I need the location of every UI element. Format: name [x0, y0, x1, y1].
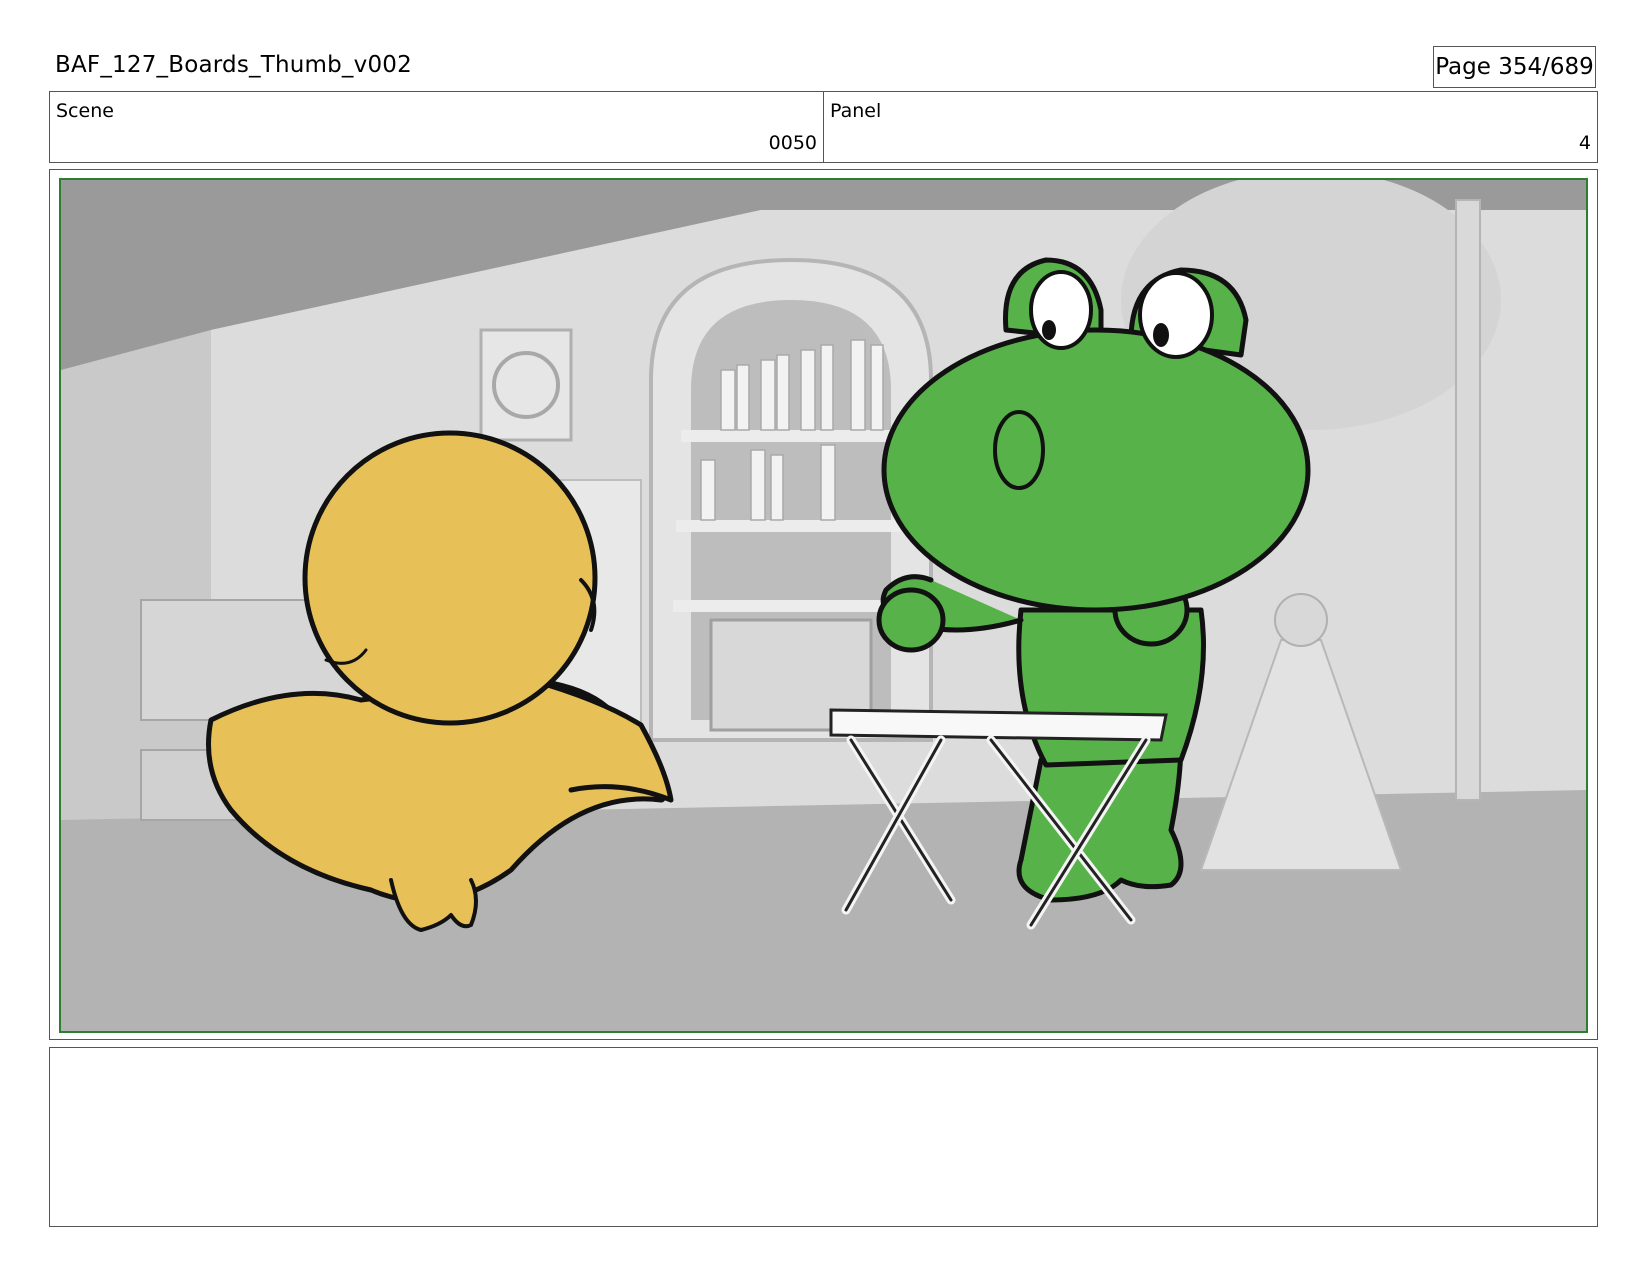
frog-head	[881, 327, 1311, 613]
page-counter: Page 354/689	[1433, 46, 1596, 88]
stand-knob	[1274, 593, 1328, 647]
panel-label: Panel	[830, 100, 882, 122]
scene-cell: Scene 0050	[50, 92, 823, 162]
action-notes-box	[49, 1047, 1598, 1227]
frog-eye-left	[1029, 270, 1093, 350]
storyboard-panel-image	[59, 178, 1588, 1033]
scene-number: 0050	[768, 132, 817, 154]
shelf-3	[673, 600, 908, 612]
panel-drawing	[61, 180, 1586, 1031]
panel-number: 4	[1578, 132, 1591, 154]
frog-fist-left	[876, 587, 946, 653]
table-top	[829, 708, 1168, 742]
frog-pupil-left	[1042, 320, 1056, 340]
shelf-2	[676, 520, 906, 532]
panel-cell: Panel 4	[823, 92, 1597, 162]
pipe	[1455, 199, 1481, 801]
document-title: BAF_127_Boards_Thumb_v002	[55, 52, 412, 78]
storyboard-panel-frame	[49, 169, 1598, 1040]
frog-pupil-right	[1153, 323, 1169, 347]
shelf-1	[681, 430, 901, 442]
panel-info-row: Scene 0050 Panel 4	[49, 91, 1598, 163]
duck-head	[302, 430, 598, 726]
scene-label: Scene	[56, 100, 114, 122]
frog-eye-right	[1138, 271, 1214, 359]
